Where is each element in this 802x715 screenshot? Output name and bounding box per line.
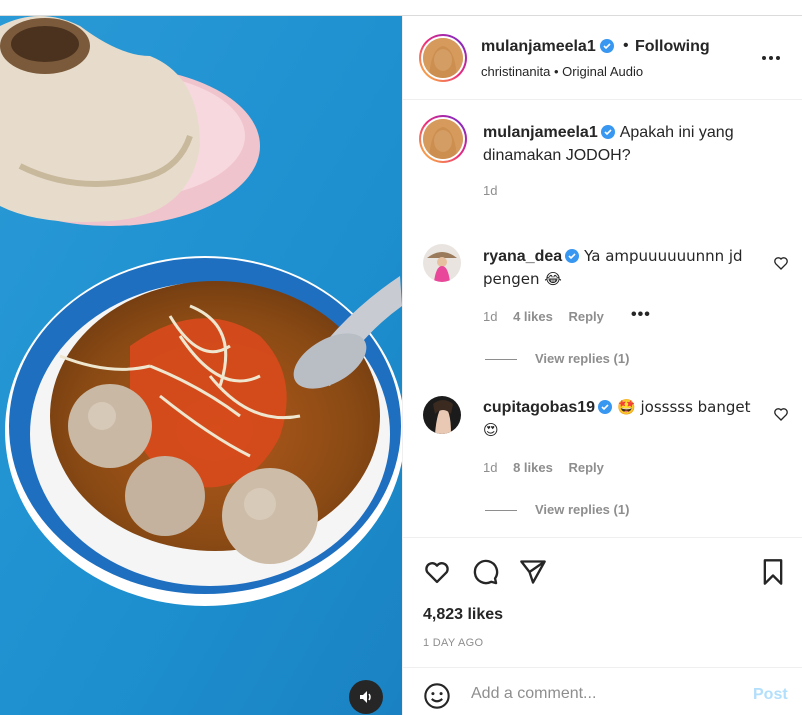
comment-reply-button[interactable]: Reply — [568, 460, 603, 475]
view-replies-button[interactable]: View replies (1) — [485, 502, 629, 517]
post-details-panel: mulanjameela1 • Following christinanita … — [402, 16, 802, 715]
food-photo — [0, 16, 402, 715]
following-button[interactable]: Following — [635, 38, 710, 56]
comment-like-heart-icon[interactable] — [773, 255, 789, 271]
bookmark-icon[interactable] — [759, 558, 787, 586]
author-username[interactable]: mulanjameela1 — [481, 38, 614, 56]
post-timestamp[interactable]: 1 DAY AGO — [423, 637, 483, 649]
audio-attribution[interactable]: christinanita • Original Audio — [481, 64, 643, 79]
top-strip — [0, 0, 802, 16]
more-options-button[interactable] — [759, 46, 783, 70]
comment-meta: 1d 4 likes Reply — [483, 309, 616, 324]
verified-badge-icon — [598, 400, 613, 414]
sound-toggle-button[interactable] — [349, 680, 383, 714]
comment-icon[interactable] — [471, 558, 499, 586]
comment-time: 1d — [483, 460, 498, 475]
comment-input[interactable] — [471, 680, 741, 708]
replies-line — [485, 359, 517, 361]
caption-avatar[interactable] — [419, 115, 467, 163]
post-media[interactable] — [0, 16, 402, 715]
post-header: mulanjameela1 • Following christinanita … — [403, 16, 802, 100]
more-horizontal-icon — [762, 56, 780, 60]
caption-time: 1d — [483, 183, 498, 198]
header-separator: • — [623, 37, 629, 54]
caption-username[interactable]: mulanjameela1 — [483, 124, 598, 141]
commenter-avatar[interactable] — [423, 244, 461, 282]
likes-count[interactable]: 4,823 likes — [423, 606, 503, 624]
comment-username[interactable]: ryana_dea — [483, 248, 562, 265]
verified-badge-icon — [600, 125, 615, 139]
comment-username[interactable]: cupitagobas19 — [483, 399, 595, 416]
comment-likes[interactable]: 8 likes — [513, 460, 553, 475]
comment-meta: 1d 8 likes Reply — [483, 460, 616, 475]
comment-text: ryana_dea Ya ampuuuuuunnn jd pengen 😂 — [483, 245, 758, 291]
post-actions: 4,823 likes 1 DAY AGO — [403, 537, 802, 667]
comment-time: 1d — [483, 309, 498, 324]
speaker-icon — [360, 691, 371, 703]
comment-reply-button[interactable]: Reply — [568, 309, 603, 324]
verified-badge-icon — [565, 249, 580, 263]
comment-likes[interactable]: 4 likes — [513, 309, 553, 324]
heart-icon[interactable] — [423, 558, 451, 586]
emoji-icon[interactable] — [423, 682, 451, 710]
comment-text: cupitagobas19 🤩 josssss banget 😍 — [483, 396, 758, 442]
add-comment-bar: Post — [403, 667, 802, 715]
comment-more-button[interactable]: ••• — [631, 306, 651, 324]
comments-list[interactable]: mulanjameela1 Apakah ini yang dinamakan J… — [403, 101, 802, 536]
comment-like-heart-icon[interactable] — [773, 406, 789, 422]
verified-badge-icon — [599, 39, 614, 53]
author-avatar[interactable] — [419, 34, 467, 82]
share-icon[interactable] — [519, 558, 547, 586]
view-replies-button[interactable]: View replies (1) — [485, 351, 629, 366]
caption: mulanjameela1 Apakah ini yang dinamakan J… — [483, 121, 773, 167]
post-comment-button[interactable]: Post — [753, 686, 788, 704]
commenter-avatar[interactable] — [423, 396, 461, 434]
replies-line — [485, 510, 517, 512]
